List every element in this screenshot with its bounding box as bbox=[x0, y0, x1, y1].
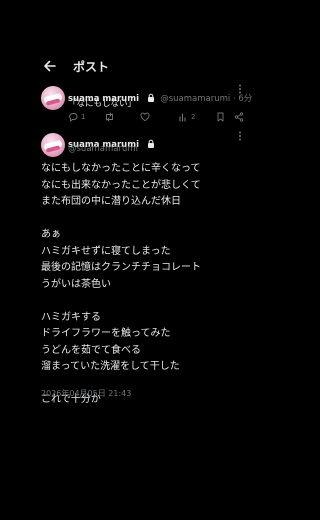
post-line: なにも出来なかったことが悲しくて bbox=[41, 179, 201, 191]
post-line: ハミガキする bbox=[41, 311, 101, 323]
post-line: あぁ bbox=[41, 229, 61, 240]
post-line: 最後の記憶はクランチチョコレート bbox=[41, 262, 201, 273]
post-line: また布団の中に潜り込んだ休日 bbox=[41, 196, 181, 207]
post-timestamp[interactable]: 2026年04月05日 21:43 bbox=[41, 388, 131, 399]
more-vertical-icon bbox=[239, 84, 241, 94]
lock-icon bbox=[147, 133, 155, 152]
views-icon bbox=[179, 113, 186, 122]
post-line: 溜まっていた洗濯をして干した bbox=[41, 361, 180, 372]
repost-button[interactable] bbox=[104, 112, 115, 122]
post-line: うどんを茹でて食べる bbox=[41, 344, 141, 356]
user-handle[interactable]: @suamamarumi bbox=[68, 144, 138, 154]
post-line: ドライフラワーを触ってみた bbox=[41, 328, 171, 339]
reply-icon bbox=[69, 113, 78, 122]
more-button[interactable] bbox=[237, 84, 243, 97]
views-count: 2 bbox=[191, 113, 196, 121]
avatar[interactable] bbox=[41, 86, 65, 110]
reply-button[interactable]: 1 bbox=[68, 112, 85, 122]
post-line: なにもしなかったことに辛くなって bbox=[41, 163, 201, 174]
reply-count: 1 bbox=[81, 113, 86, 121]
bookmark-button[interactable] bbox=[216, 112, 225, 122]
post-body: なにもしなかったことに辛くなって なにも出来なかったことが悲しくて また布団の中… bbox=[41, 161, 271, 409]
more-vertical-icon bbox=[239, 131, 241, 141]
user-handle[interactable]: @suamamarumi bbox=[160, 94, 230, 104]
share-button[interactable] bbox=[234, 112, 244, 122]
action-bar: 1 2 bbox=[68, 112, 248, 124]
arrow-left-icon bbox=[44, 60, 56, 72]
repost-icon bbox=[106, 112, 113, 122]
avatar[interactable] bbox=[41, 133, 65, 157]
page-title: ポスト bbox=[73, 60, 110, 74]
views-button[interactable]: 2 bbox=[178, 112, 195, 122]
share-icon bbox=[234, 112, 244, 122]
like-button[interactable] bbox=[140, 112, 153, 122]
heart-icon bbox=[140, 112, 150, 122]
lock-icon bbox=[147, 87, 155, 106]
reply-text: 「なにもしない」 bbox=[68, 99, 137, 109]
post-line: ハミガキせずに寝てしまった bbox=[41, 245, 171, 257]
back-button[interactable] bbox=[42, 58, 58, 74]
bookmark-icon bbox=[217, 112, 224, 122]
post-line: うがいは茶色い bbox=[41, 278, 111, 290]
more-button[interactable] bbox=[237, 131, 243, 144]
top-bar: ポスト bbox=[0, 56, 292, 78]
